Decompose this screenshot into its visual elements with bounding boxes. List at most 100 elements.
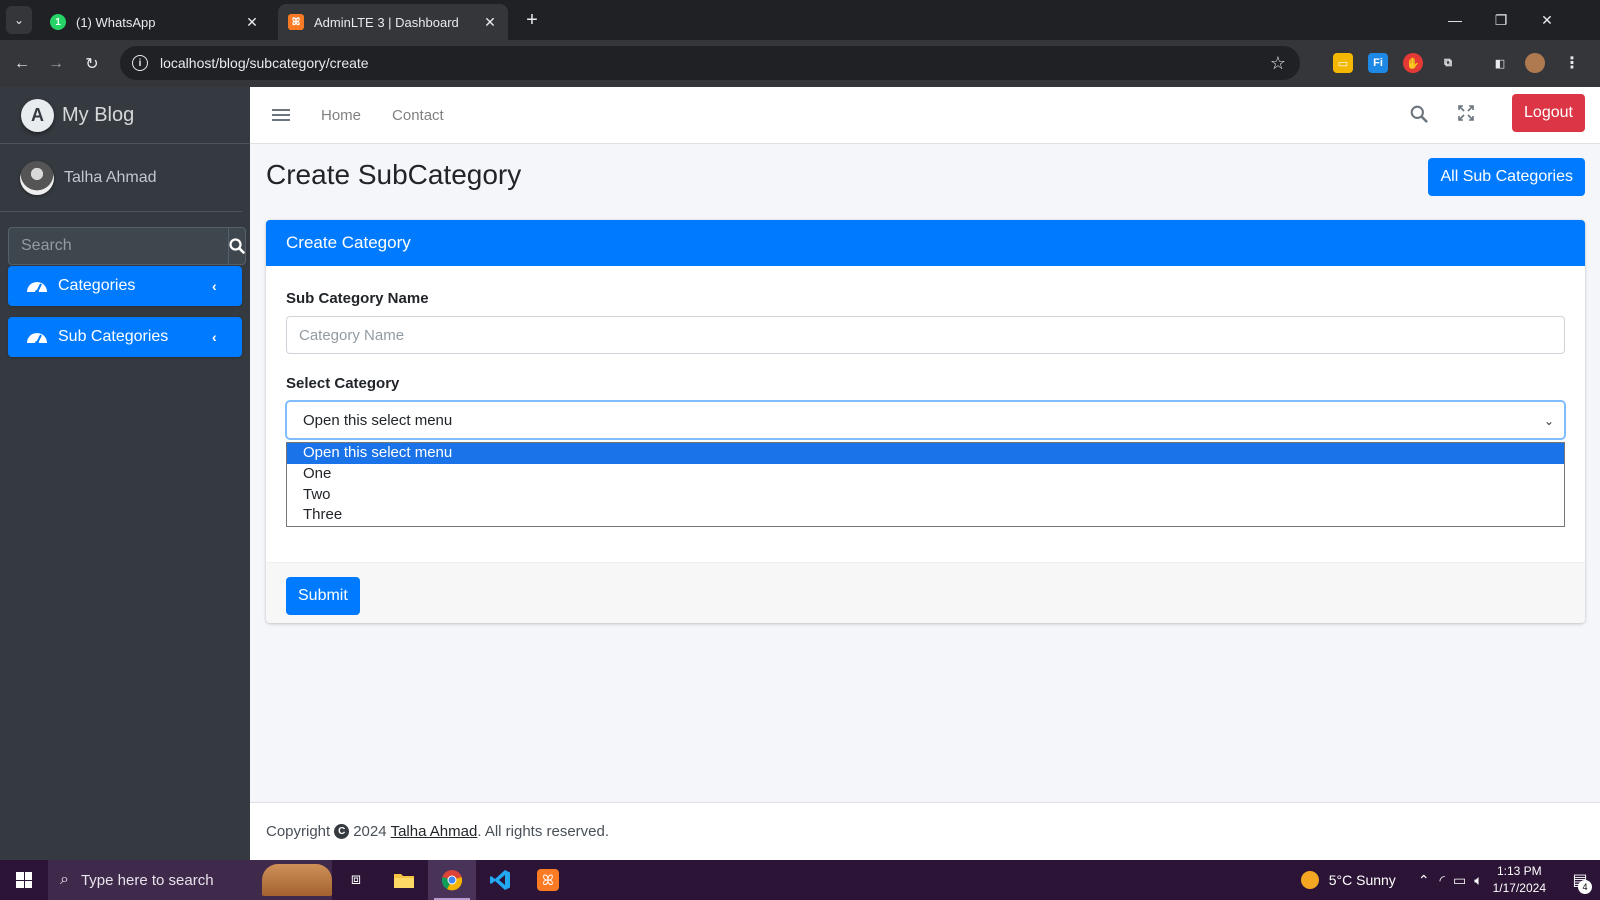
xampp-icon: ꕤ [288, 14, 304, 30]
sidebar-item-categories[interactable]: Categories ‹ [8, 266, 242, 306]
vscode-icon [490, 870, 510, 890]
taskbar-clock[interactable]: 1:13 PM 1/17/2024 [1493, 863, 1546, 897]
top-navbar: Home Contact Logout [250, 87, 1600, 144]
bookmark-star-icon[interactable]: ☆ [1270, 53, 1286, 74]
user-avatar [20, 160, 54, 195]
notification-center-icon[interactable]: ▤ 4 [1560, 860, 1600, 900]
search-highlight-image [262, 864, 332, 896]
notification-count-badge: 4 [1578, 880, 1592, 894]
select-option[interactable]: Open this select menu [287, 443, 1564, 464]
url-text: localhost/blog/subcategory/create [160, 55, 369, 71]
profile-avatar-icon[interactable] [1525, 53, 1545, 73]
sidebar-search-button[interactable] [228, 227, 246, 265]
hamburger-menu-icon[interactable] [272, 109, 290, 121]
extension-hand-icon[interactable]: ✋ [1403, 53, 1423, 73]
select-option[interactable]: Three [287, 505, 1564, 526]
dashboard-gauge-icon [27, 282, 47, 294]
select-option[interactable]: One [287, 464, 1564, 485]
whatsapp-icon: 1 [50, 14, 66, 30]
search-icon[interactable] [1410, 105, 1428, 123]
select-category-label: Select Category [286, 375, 400, 392]
xampp-icon: ꕤ [537, 869, 559, 891]
chevron-left-icon: ‹ [212, 329, 217, 345]
sidebar-search [8, 227, 246, 265]
sidebar-item-sub-categories[interactable]: Sub Categories ‹ [8, 317, 242, 357]
submit-button[interactable]: Submit [286, 577, 360, 615]
chevron-left-icon: ‹ [212, 278, 217, 294]
select-option[interactable]: Two [287, 485, 1564, 506]
chrome-menu-icon[interactable]: ⋮ [1562, 53, 1582, 73]
site-info-icon[interactable]: i [132, 55, 148, 71]
category-select[interactable]: Open this select menu ⌄ [286, 401, 1565, 439]
extension-fi-icon[interactable]: Fi [1368, 53, 1388, 73]
sidebar-item-label: Sub Categories [58, 328, 169, 345]
fullscreen-expand-icon[interactable] [1458, 105, 1474, 121]
sidebar-item-label: Categories [58, 277, 136, 294]
new-tab-button[interactable]: + [518, 6, 546, 34]
all-sub-categories-button[interactable]: All Sub Categories [1428, 158, 1585, 196]
close-tab-icon[interactable]: ✕ [482, 14, 498, 31]
restore-icon[interactable]: ❐ [1478, 0, 1524, 40]
user-name[interactable]: Talha Ahmad [64, 169, 157, 187]
reload-icon[interactable]: ↻ [78, 50, 106, 78]
tab-adminlte[interactable]: ꕤ AdminLTE 3 | Dashboard ✕ [278, 4, 508, 40]
browser-tab-strip: ⌄ 1 (1) WhatsApp ✕ ꕤ AdminLTE 3 | Dashbo… [0, 0, 1600, 40]
search-icon: ⌕ [60, 871, 69, 888]
back-arrow-icon[interactable]: ← [8, 50, 36, 78]
sun-weather-icon [1300, 871, 1319, 889]
dashboard-gauge-icon [27, 333, 47, 345]
address-bar[interactable]: i localhost/blog/subcategory/create ☆ [120, 46, 1300, 80]
category-select-dropdown: Open this select menu One Two Three [286, 442, 1565, 527]
chrome-taskbar-icon[interactable] [428, 860, 476, 900]
weather-text[interactable]: 5°C Sunny [1329, 872, 1396, 888]
sidebar: A My Blog Talha Ahmad Categories ‹ Sub C… [0, 87, 250, 860]
show-hidden-icons-chevron-icon[interactable]: ⌃ [1418, 872, 1430, 889]
volume-icon[interactable]: 🔈︎ [1474, 872, 1482, 889]
windows-logo-icon [16, 872, 32, 888]
page-footer: Copyright C 2024 Talha Ahmad . All right… [250, 802, 1600, 860]
clock-time: 1:13 PM [1496, 864, 1542, 878]
rights-text: . All rights reserved. [477, 823, 610, 840]
tab-search-chevron-icon[interactable]: ⌄ [6, 6, 32, 34]
extension-wallet-icon[interactable]: ▭ [1333, 53, 1353, 73]
user-panel[interactable]: Talha Ahmad [0, 144, 242, 212]
admin-page: A My Blog Talha Ahmad Categories ‹ Sub C… [0, 87, 1600, 860]
author-link[interactable]: Talha Ahmad [391, 823, 478, 840]
sub-category-name-input[interactable]: Category Name [286, 316, 1565, 354]
windows-taskbar: ⌕ Type here to search ⧈ ꕤ 5°C Sunny ⌃ ◜ … [0, 860, 1600, 900]
minimize-icon[interactable]: — [1432, 0, 1478, 40]
network-icon[interactable]: ◜ [1440, 872, 1445, 889]
card-footer: Submit [266, 562, 1585, 623]
side-panel-icon[interactable]: ◧ [1490, 53, 1510, 73]
chrome-icon [441, 870, 463, 891]
logout-button[interactable]: Logout [1512, 94, 1585, 132]
create-form-card: Create Category Sub Category Name Catego… [266, 220, 1585, 623]
task-view-icon[interactable]: ⧈ [332, 860, 380, 900]
close-window-icon[interactable]: ✕ [1524, 0, 1570, 40]
clock-date: 1/17/2024 [1492, 881, 1546, 895]
brand-link[interactable]: A My Blog [0, 87, 250, 144]
forward-arrow-icon[interactable]: → [42, 50, 70, 78]
copyright-text: Copyright [266, 823, 331, 840]
file-explorer-icon[interactable] [380, 860, 428, 900]
copyright-year: 2024 [353, 823, 387, 840]
nav-link-contact[interactable]: Contact [392, 107, 444, 124]
brand-text: My Blog [62, 103, 135, 126]
close-tab-icon[interactable]: ✕ [244, 14, 260, 31]
select-value: Open this select menu [303, 411, 453, 429]
tab-whatsapp[interactable]: 1 (1) WhatsApp ✕ [40, 4, 270, 40]
vscode-taskbar-icon[interactable] [476, 860, 524, 900]
copyright-icon: C [334, 824, 350, 839]
sidebar-search-input[interactable] [8, 227, 228, 265]
taskbar-search-placeholder: Type here to search [80, 871, 214, 889]
nav-link-home[interactable]: Home [321, 107, 361, 124]
battery-icon[interactable]: ▭ [1453, 872, 1466, 889]
page-title: Create SubCategory [266, 159, 522, 190]
extensions-puzzle-icon[interactable]: ⧉ [1438, 53, 1458, 73]
card-title: Create Category [266, 220, 1585, 266]
brand-logo: A [21, 98, 54, 132]
browser-toolbar: ← → ↻ i localhost/blog/subcategory/creat… [0, 40, 1600, 87]
xampp-taskbar-icon[interactable]: ꕤ [524, 860, 572, 900]
start-button[interactable] [0, 860, 48, 900]
taskbar-search[interactable]: ⌕ Type here to search [48, 860, 332, 900]
